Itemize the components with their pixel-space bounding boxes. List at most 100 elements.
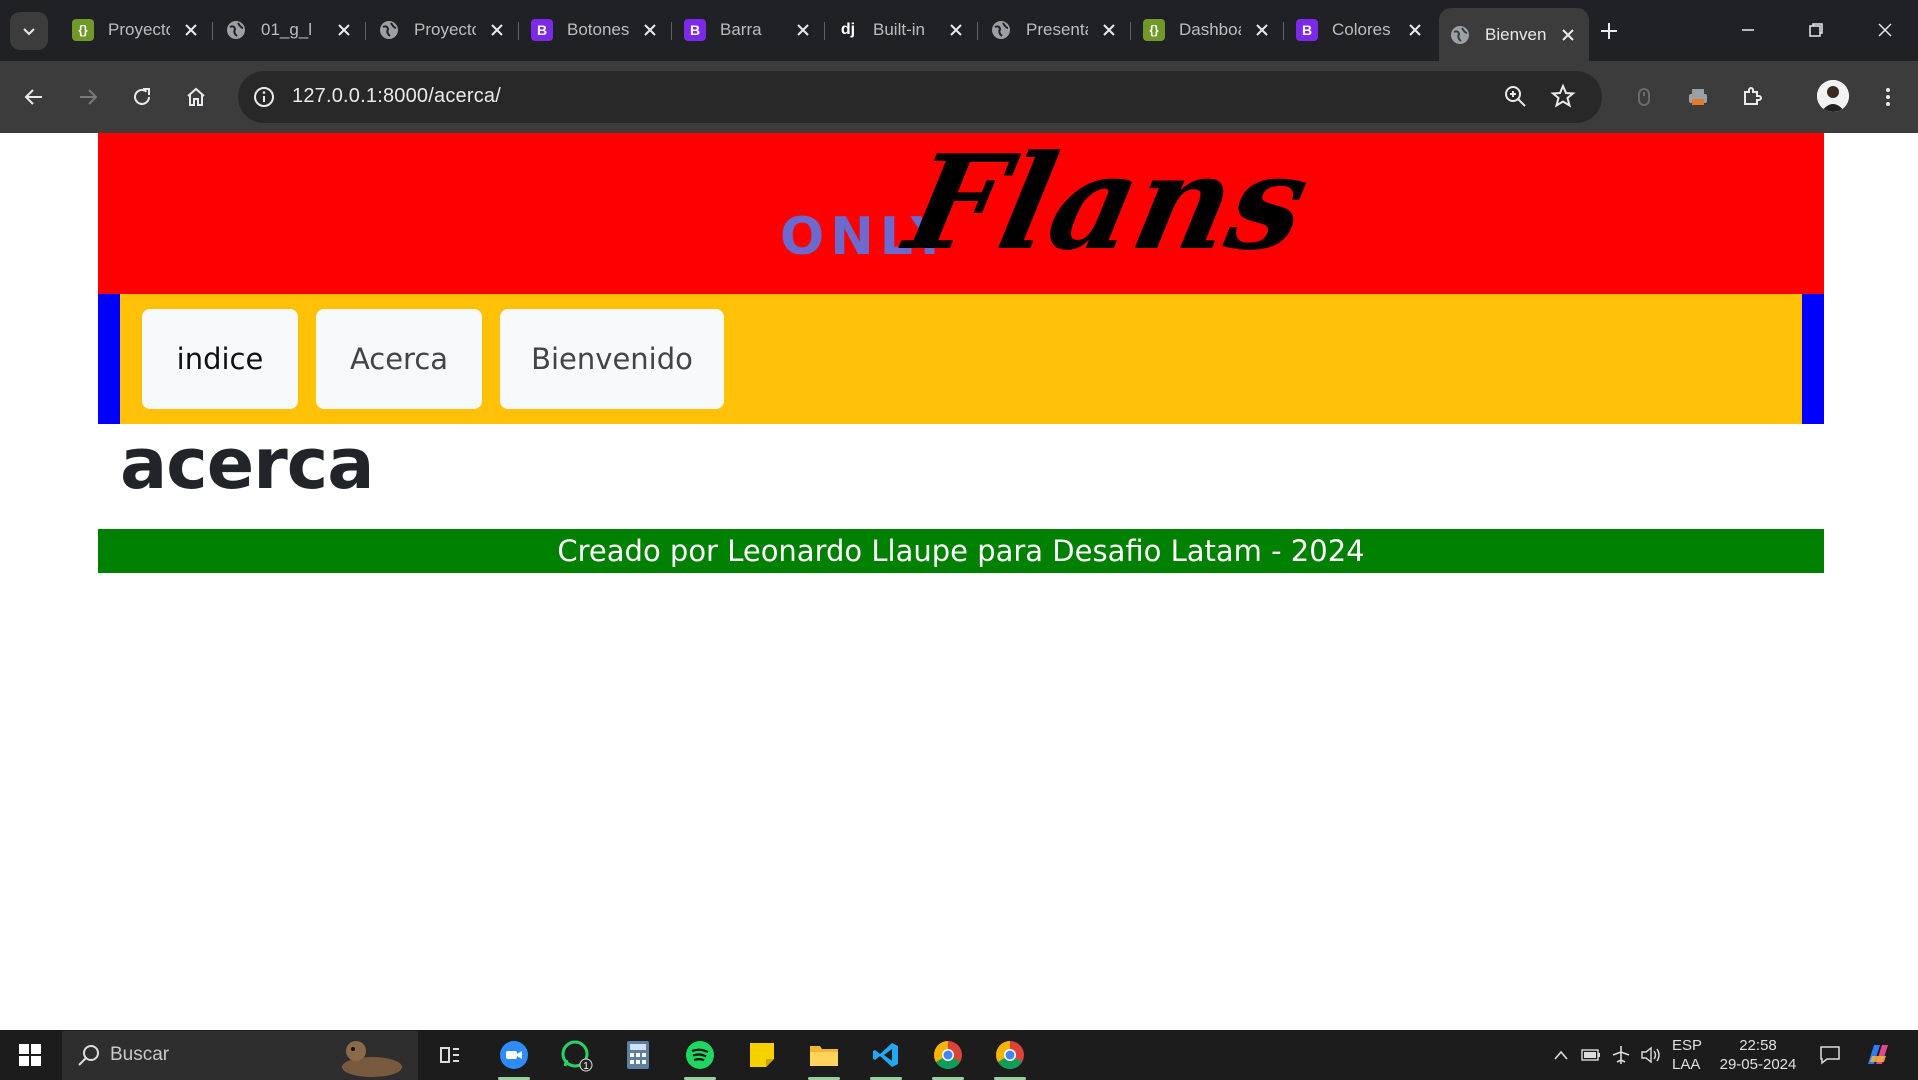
close-icon[interactable]	[945, 19, 967, 41]
task-view-button[interactable]	[424, 1030, 476, 1080]
chrome-icon	[934, 1041, 962, 1069]
search-icon	[78, 1045, 99, 1066]
tab[interactable]: Proyecto	[368, 8, 519, 52]
clock-time: 22:58	[1739, 1037, 1777, 1054]
extension-mouse-button[interactable]	[1626, 79, 1662, 115]
close-icon[interactable]	[1251, 19, 1273, 41]
tray-overflow-button[interactable]	[1548, 1030, 1574, 1080]
close-icon	[1878, 23, 1892, 37]
calculator-app[interactable]	[612, 1030, 664, 1080]
windows-logo-icon	[19, 1044, 41, 1066]
page-footer: Creado por Leonardo Llaupe para Desafio …	[98, 529, 1824, 573]
input-language[interactable]: ESP LAA	[1672, 1036, 1702, 1074]
tab[interactable]: 01_g_l	[215, 8, 366, 52]
taskbar: Buscar 1 ESP LAA 22:58 29-05-2024	[0, 1030, 1918, 1080]
tab-title: Proyecto	[108, 20, 170, 39]
keyboard-layout: LAA	[1672, 1056, 1701, 1073]
close-icon[interactable]	[333, 19, 355, 41]
spotify-icon	[686, 1041, 714, 1069]
menu-button[interactable]	[1870, 79, 1906, 115]
sticky-notes-app[interactable]	[736, 1030, 788, 1080]
vscode-app[interactable]	[860, 1030, 912, 1080]
copilot-button[interactable]	[1858, 1030, 1898, 1080]
header-banner: ONLY Flans	[98, 127, 1824, 294]
airplane-mode-button[interactable]	[1608, 1030, 1634, 1080]
forward-button[interactable]	[70, 79, 106, 115]
volume-button[interactable]	[1638, 1030, 1664, 1080]
tab-active[interactable]: Bienvenido	[1439, 8, 1589, 61]
tab-title: Proyecto	[414, 20, 476, 39]
reload-button[interactable]	[124, 79, 160, 115]
avatar[interactable]	[1817, 80, 1849, 112]
battery-button[interactable]	[1578, 1030, 1604, 1080]
tab-separator	[671, 22, 672, 40]
chrome-app[interactable]	[922, 1030, 974, 1080]
close-icon[interactable]	[792, 19, 814, 41]
nav-container: indice Acerca Bienvenido	[98, 294, 1824, 424]
whatsapp-icon: 1	[561, 1040, 593, 1072]
logo-flans: Flans	[891, 127, 1321, 279]
tab-title: Built-in	[873, 20, 925, 39]
tab-separator	[1283, 22, 1284, 40]
tab-separator	[212, 22, 213, 40]
restore-icon	[1809, 23, 1823, 37]
back-button[interactable]	[16, 79, 52, 115]
close-icon[interactable]	[639, 19, 661, 41]
close-icon[interactable]	[1098, 19, 1120, 41]
clock[interactable]: 22:58 29-05-2024	[1718, 1036, 1798, 1074]
close-icon[interactable]	[486, 19, 508, 41]
tab-title: Colores	[1332, 20, 1391, 39]
bootstrap-icon: B	[684, 19, 706, 41]
kebab-menu-icon	[1886, 88, 1890, 106]
django-icon: dj	[840, 21, 856, 38]
task-view-icon	[440, 1047, 459, 1063]
nav-button-bienvenido[interactable]: Bienvenido	[500, 309, 724, 409]
home-icon	[187, 87, 205, 106]
start-button[interactable]	[10, 1038, 50, 1072]
tab-separator	[824, 22, 825, 40]
zoom-app[interactable]	[488, 1030, 540, 1080]
star-icon[interactable]	[1550, 83, 1578, 111]
home-button[interactable]	[178, 79, 214, 115]
navbar: indice Acerca Bienvenido	[120, 294, 1802, 424]
url-text[interactable]: 127.0.0.1:8000/acerca/	[292, 85, 501, 108]
close-icon[interactable]	[180, 19, 202, 41]
language-code: ESP	[1672, 1037, 1703, 1054]
address-bar[interactable]: 127.0.0.1:8000/acerca/	[238, 71, 1602, 123]
tab[interactable]: B Colores	[1286, 8, 1436, 52]
whatsapp-app[interactable]: 1	[550, 1030, 602, 1080]
zoom-icon[interactable]	[1502, 83, 1530, 111]
tab-title: 01_g_l	[261, 20, 313, 39]
file-explorer-app[interactable]	[798, 1030, 850, 1080]
vscode-icon	[873, 1043, 898, 1067]
clock-date: 29-05-2024	[1719, 1056, 1797, 1073]
tab[interactable]: dj Built-in	[827, 8, 978, 52]
calculator-icon	[627, 1041, 649, 1069]
airplane-icon	[1612, 1046, 1630, 1064]
tab-separator	[1130, 22, 1131, 40]
chrome-app-second[interactable]	[984, 1030, 1036, 1080]
tab[interactable]: Presentación	[980, 8, 1131, 52]
spotify-app[interactable]	[674, 1030, 726, 1080]
nav-button-acerca[interactable]: Acerca	[316, 309, 482, 409]
info-icon[interactable]	[250, 83, 278, 111]
tab-search-button[interactable]	[10, 12, 48, 50]
minimize-button[interactable]	[1728, 12, 1768, 48]
tab[interactable]: B Barra	[674, 8, 825, 52]
close-icon[interactable]	[1557, 24, 1579, 46]
nav-button-indice[interactable]: indice	[142, 309, 298, 409]
notifications-button[interactable]	[1810, 1030, 1850, 1080]
chevron-up-icon	[1554, 1050, 1568, 1060]
taskbar-search-box[interactable]: Buscar	[62, 1031, 418, 1080]
search-placeholder: Buscar	[110, 1044, 170, 1065]
tab[interactable]: {} Proyecto	[62, 8, 213, 52]
new-tab-button[interactable]	[1594, 16, 1624, 46]
extension-button[interactable]	[1680, 79, 1716, 115]
close-window-button[interactable]	[1865, 12, 1905, 48]
close-icon[interactable]	[1404, 19, 1426, 41]
bootstrap-icon: B	[531, 19, 553, 41]
tab[interactable]: B Botones	[521, 8, 672, 52]
extensions-button[interactable]	[1734, 79, 1770, 115]
restore-button[interactable]	[1796, 12, 1836, 48]
tab[interactable]: {} Dashboard	[1133, 8, 1284, 52]
